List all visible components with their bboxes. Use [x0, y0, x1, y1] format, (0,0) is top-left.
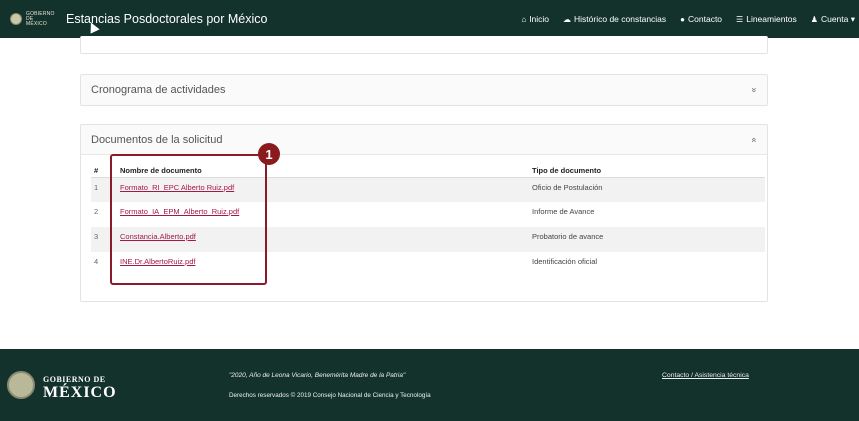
nav-label: Inicio: [529, 14, 550, 24]
chat-icon: ●: [680, 14, 686, 24]
nav-item-contacto[interactable]: ● Contacto: [680, 14, 722, 24]
documentos-panel-header[interactable]: Documentos de la solicitud «: [81, 125, 767, 155]
document-type-cell: Probatorio de avance: [529, 227, 765, 252]
government-emblem-icon: [7, 371, 35, 399]
nav-item-lineamientos[interactable]: ☰ Lineamientos: [736, 14, 797, 24]
panel-title: Documentos de la solicitud: [91, 133, 223, 146]
document-type-cell: Oficio de Postulación: [529, 177, 765, 202]
footer-rights: Derechos reservados © 2019 Consejo Nacio…: [229, 392, 431, 399]
site-footer: GOBIERNO DE MÉXICO "2020, Año de Leona V…: [0, 349, 859, 421]
nav-item-historico[interactable]: ☁ Histórico de constancias: [563, 14, 666, 24]
main-nav: ⌂ Inicio ☁ Histórico de constancias ● Co…: [507, 0, 855, 38]
column-header-document-type: Tipo de documento: [529, 165, 765, 178]
nav-label: Contacto: [688, 14, 723, 24]
home-icon: ⌂: [521, 14, 527, 24]
footer-contact-link[interactable]: Contacto / Asistencia técnica: [662, 372, 749, 379]
footer-gob-big: MÉXICO: [43, 384, 117, 401]
nav-label: Lineamientos: [746, 14, 797, 24]
nav-label: Cuenta ▾: [820, 13, 855, 24]
previous-panel-bottom: [80, 36, 768, 54]
government-seal-icon: [10, 13, 22, 25]
annotation-highlight-box: [110, 154, 267, 285]
brand-mini-text: GOBIERNO DE MÉXICO: [26, 10, 55, 27]
footer-gob-small: GOBIERNO DE: [43, 375, 106, 384]
document-type-cell: Informe de Avance: [532, 207, 595, 216]
top-navbar: GOBIERNO DE MÉXICO Estancias Posdoctoral…: [0, 0, 859, 38]
nav-label: Histórico de constancias: [574, 14, 667, 24]
cronograma-panel: Cronograma de actividades »: [80, 74, 768, 106]
annotation-badge: 1: [258, 143, 280, 165]
document-type-cell: Identificación oficial: [532, 257, 598, 266]
chevron-double-up-icon[interactable]: «: [749, 137, 759, 142]
panel-title: Cronograma de actividades: [91, 84, 226, 96]
history-icon: ☁: [563, 14, 572, 24]
nav-item-inicio[interactable]: ⌂ Inicio: [521, 14, 549, 24]
nav-item-cuenta[interactable]: ♟ Cuenta ▾: [811, 14, 855, 25]
user-icon: ♟: [810, 14, 818, 24]
list-icon: ☰: [736, 14, 744, 24]
footer-quote: "2020, Año de Leona Vicario, Benemérita …: [229, 372, 406, 379]
cronograma-panel-header[interactable]: Cronograma de actividades »: [81, 75, 767, 105]
chevron-double-down-icon[interactable]: »: [749, 87, 759, 92]
